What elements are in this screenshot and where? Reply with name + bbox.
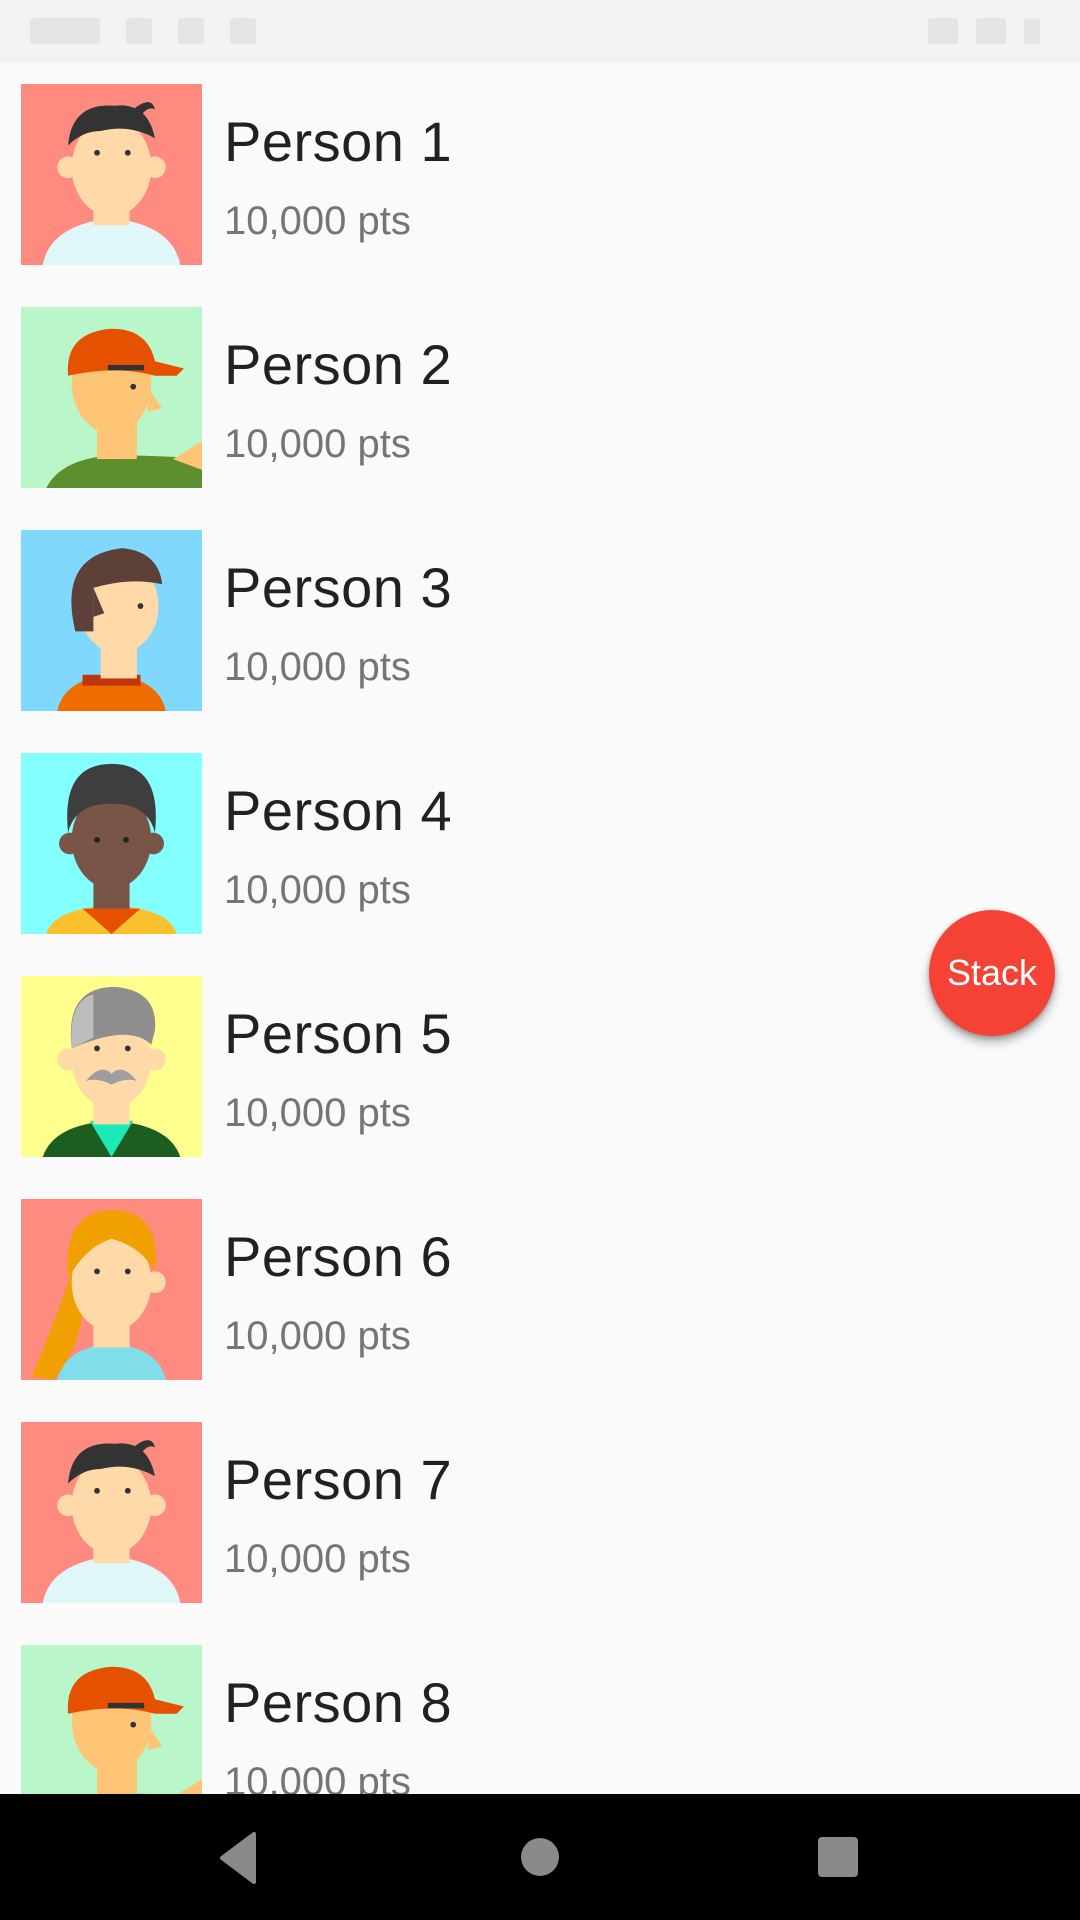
person-blonde-hair-icon	[21, 1199, 202, 1380]
back-triangle-icon[interactable]	[218, 1830, 258, 1886]
person-points: 10,000 pts	[224, 1760, 411, 1794]
person-name: Person 6	[224, 1225, 453, 1288]
list-item[interactable]: Person 6 10,000 pts	[0, 1178, 1080, 1401]
person-name: Person 1	[224, 110, 453, 173]
person-points: 10,000 pts	[224, 199, 411, 243]
person-points: 10,000 pts	[224, 868, 411, 912]
person-name: Person 4	[224, 779, 453, 842]
status-icons-right	[928, 18, 1040, 44]
person-orange-cap-icon	[21, 1645, 202, 1794]
person-points: 10,000 pts	[224, 1537, 411, 1581]
list-item[interactable]: Person 2 10,000 pts	[0, 286, 1080, 509]
person-points: 10,000 pts	[224, 1314, 411, 1358]
person-points: 10,000 pts	[224, 645, 411, 689]
status-icons-left	[30, 18, 256, 44]
person-dark-hair-icon	[21, 84, 202, 265]
list-item[interactable]: Person 7 10,000 pts	[0, 1401, 1080, 1624]
person-name: Person 8	[224, 1671, 453, 1734]
person-orange-cap-icon	[21, 307, 202, 488]
person-name: Person 5	[224, 1002, 453, 1065]
home-circle-icon[interactable]	[521, 1838, 559, 1876]
list-item[interactable]: Person 1 10,000 pts	[0, 63, 1080, 286]
person-name: Person 7	[224, 1448, 453, 1511]
person-points: 10,000 pts	[224, 422, 411, 466]
person-name: Person 3	[224, 556, 453, 619]
person-points: 10,000 pts	[224, 1091, 411, 1135]
list-item[interactable]: Person 3 10,000 pts	[0, 509, 1080, 732]
person-brown-hair-icon	[21, 530, 202, 711]
person-gray-hair-mustache-icon	[21, 976, 202, 1157]
stack-fab-button[interactable]: Stack	[929, 910, 1055, 1036]
status-bar	[0, 0, 1080, 63]
list-item[interactable]: Person 4 10,000 pts	[0, 732, 1080, 955]
list-item[interactable]: Person 8 10,000 pts	[0, 1624, 1080, 1794]
list-item[interactable]: Person 5 10,000 pts	[0, 955, 1080, 1178]
person-dark-hair-icon	[21, 1422, 202, 1603]
person-name: Person 2	[224, 333, 453, 396]
navigation-bar	[0, 1794, 1080, 1920]
recents-square-icon[interactable]	[818, 1837, 858, 1877]
person-list[interactable]: Person 1 10,000 pts Person 2 10,000 pts	[0, 63, 1080, 1794]
person-dark-skin-icon	[21, 753, 202, 934]
